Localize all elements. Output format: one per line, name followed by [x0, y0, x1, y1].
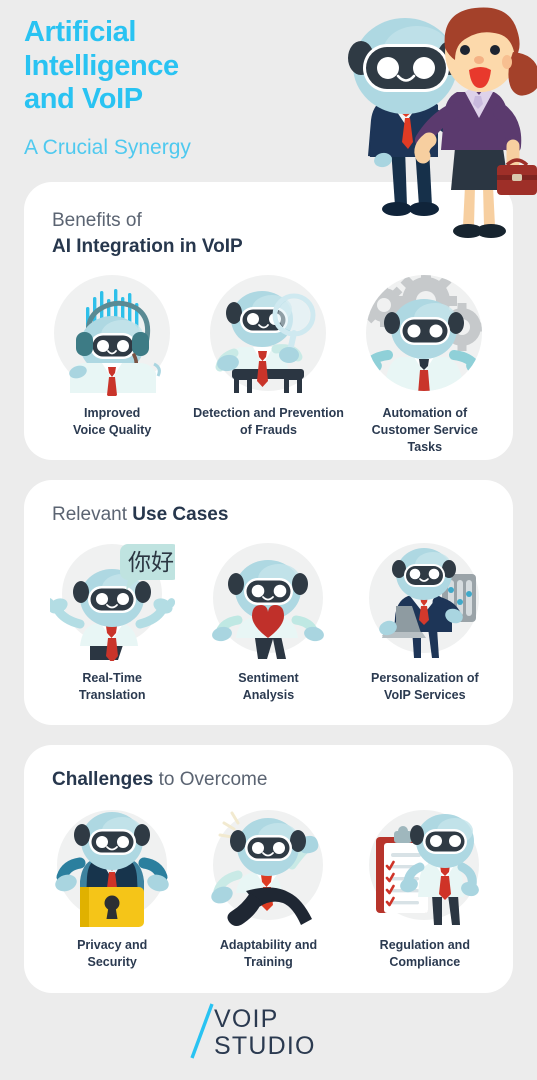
speech-bubble-text: 你好 [128, 550, 174, 576]
logo-slash-icon [189, 1003, 214, 1059]
caption-line: Security [87, 954, 137, 969]
challenge-caption-regulation: Regulation and Compliance [380, 937, 470, 971]
challenge-item-regulation[interactable]: Regulation and Compliance [347, 803, 503, 971]
caption-line: Analysis [242, 687, 295, 702]
caption-line: VoIP Services [384, 687, 466, 702]
logo-line-2: STUDIO [214, 1032, 316, 1060]
title-line-1: Artificial [24, 16, 137, 48]
logo-line-1: VOIP [214, 1005, 279, 1033]
use-case-item-translation[interactable]: 你好 Real-Time Translation [34, 536, 190, 704]
caption-line: Real-Time [82, 670, 142, 685]
caption-line: Adaptability and [219, 937, 318, 952]
caption-line: Compliance [389, 954, 461, 969]
caption-line: Privacy and [77, 937, 148, 952]
benefit-item-voice-quality[interactable]: Improved Voice Quality [34, 271, 190, 456]
benefit-item-automation[interactable]: Automation of Customer Service Tasks [347, 271, 503, 456]
page-subtitle: A Crucial Synergy [24, 136, 191, 159]
title-line-2: Intelligence [24, 49, 179, 82]
caption-line: Detection and Prevention [193, 406, 344, 421]
hero-section: Artificial Intelligence and VoIP A Cruci… [0, 0, 537, 238]
use-cases-item-row: 你好 Real-Time Translation Sentiment Analy… [24, 536, 513, 704]
benefits-item-row: Improved Voice Quality Detection and Pre… [24, 271, 513, 456]
caption-line: Voice Quality [73, 423, 152, 438]
caption-line: Translation [78, 687, 146, 702]
section-title-bold: Challenges [52, 769, 154, 790]
caption-line: Training [244, 954, 293, 969]
robot-speech-bubble-chinese-icon: 你好 [49, 543, 175, 661]
title-line-3: and VoIP [24, 83, 143, 116]
robot-padlock-security-icon [54, 809, 169, 927]
use-case-caption-sentiment: Sentiment Analysis [238, 670, 298, 704]
robot-laptop-touchscreen-icon [369, 542, 480, 658]
robot-handshake-businesswoman-illustration [348, 7, 537, 238]
challenge-item-adaptability[interactable]: Adaptability and Training [190, 803, 346, 971]
caption-line: Improved [84, 406, 141, 421]
caption-line: Personalization of [370, 670, 479, 685]
use-case-caption-personalization: Personalization of VoIP Services [371, 670, 479, 704]
caption-line: Regulation and [379, 937, 470, 952]
section-title-challenges: Challenges to Overcome [24, 745, 513, 793]
benefit-caption-automation: Automation of Customer Service Tasks [372, 405, 478, 456]
benefit-caption-fraud-detection: Detection and Prevention of Frauds [193, 405, 344, 439]
caption-line: Tasks [407, 440, 443, 455]
robot-heart-sentiment-icon [212, 542, 324, 659]
caption-line: Sentiment [238, 670, 299, 685]
challenge-caption-adaptability: Adaptability and Training [220, 937, 317, 971]
benefit-caption-voice-quality: Improved Voice Quality [73, 405, 151, 439]
caption-line: of Frauds [240, 423, 297, 438]
challenges-item-row: Privacy and Security Adaptability and Tr… [24, 803, 513, 971]
benefit-item-fraud-detection[interactable]: Detection and Prevention of Frauds [190, 271, 346, 456]
caption-line: Customer Service [371, 423, 478, 438]
challenge-caption-privacy: Privacy and Security [77, 937, 147, 971]
section-card-challenges: Challenges to Overcome Privacy and Secur… [24, 745, 513, 993]
section-title-light: Relevant [52, 504, 133, 525]
infographic-page: Artificial Intelligence and VoIP A Cruci… [0, 0, 537, 1080]
use-case-item-personalization[interactable]: Personalization of VoIP Services [347, 536, 503, 704]
section-title-light: to Overcome [153, 769, 268, 790]
section-title-use-cases: Relevant Use Cases [24, 480, 513, 528]
robot-clipboard-checklist-icon [369, 809, 480, 925]
section-card-use-cases: Relevant Use Cases 你好 Real-Time Translat… [24, 480, 513, 725]
section-title-bold: Use Cases [132, 504, 229, 525]
voipstudio-logo[interactable]: VOIP STUDIO [186, 1000, 352, 1062]
robot-gears-automation-icon [366, 275, 483, 392]
caption-line: Automation of [382, 406, 468, 421]
robot-magnifying-glass-icon [209, 275, 326, 394]
use-case-caption-translation: Real-Time Translation [79, 670, 146, 704]
robot-running-adaptability-icon [211, 809, 323, 926]
use-case-item-sentiment[interactable]: Sentiment Analysis [190, 536, 346, 704]
page-title: Artificial Intelligence and VoIP [24, 16, 179, 117]
footer: VOIP STUDIO [0, 1000, 537, 1067]
robot-headset-voice-wave-icon [53, 275, 170, 397]
challenge-item-privacy[interactable]: Privacy and Security [34, 803, 190, 971]
